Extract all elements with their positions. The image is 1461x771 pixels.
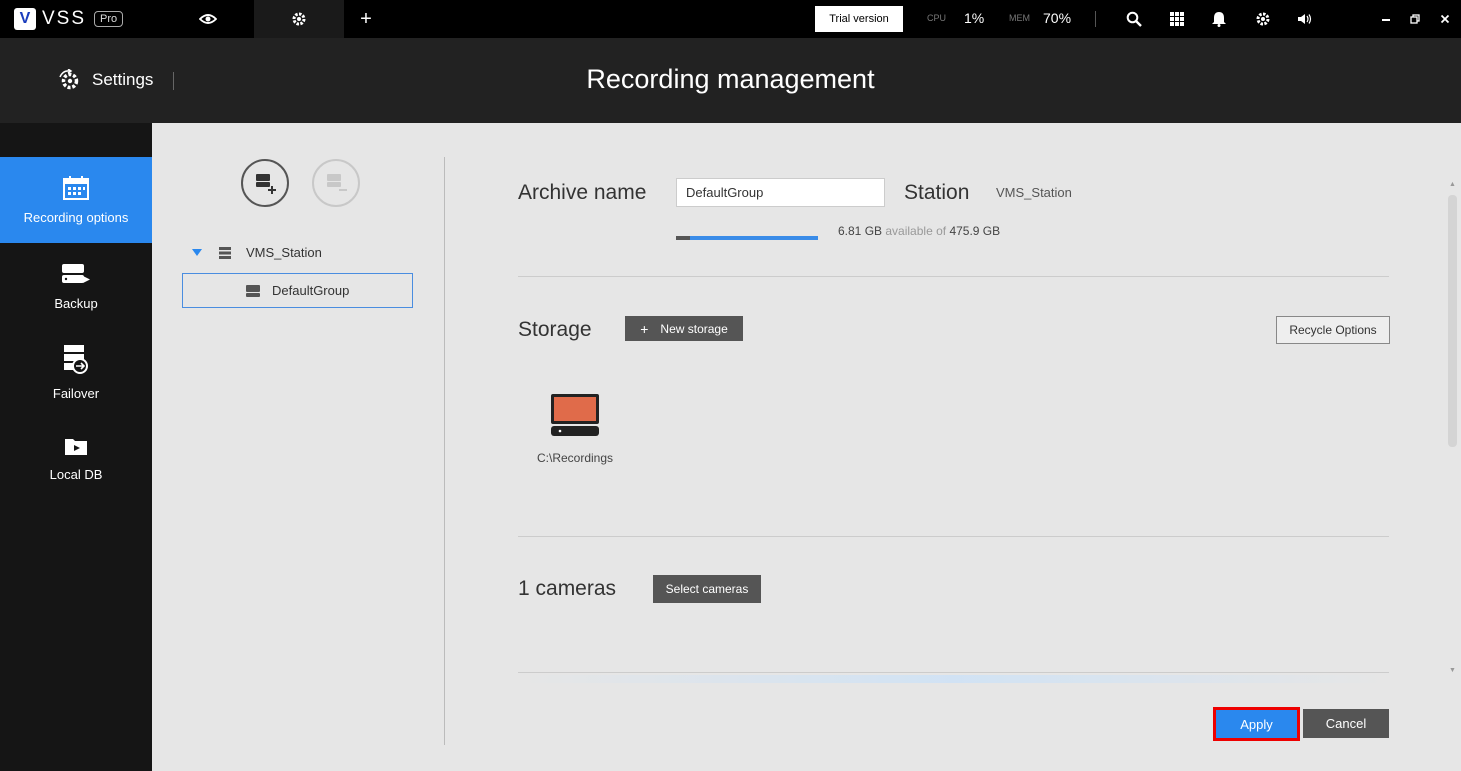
backup-drive-icon [62,263,90,283]
tree-group-node[interactable]: DefaultGroup [246,283,349,298]
search-icon [1126,11,1142,27]
available-space: 6.81 GB [838,224,883,238]
panel-divider [444,157,445,745]
plus-icon: + [360,7,372,30]
restore-button[interactable] [1404,8,1426,30]
system-settings-button[interactable] [1252,8,1274,30]
minimize-button[interactable] [1375,8,1397,30]
sidebar-item-failover[interactable]: Failover [0,329,152,415]
scroll-up-icon[interactable]: ▲ [1449,181,1456,188]
plus-icon: + [640,320,649,337]
grid-icon [1170,12,1184,26]
cpu-value: 1% [964,10,985,26]
tree-station-label: VMS_Station [246,245,322,260]
edition-badge: Pro [94,11,124,27]
calendar-icon [63,175,89,200]
restore-icon [1410,14,1420,24]
remove-group-button[interactable] [312,159,360,207]
main-content: VMS_Station DefaultGroup Archive name St… [152,123,1461,771]
select-cameras-button[interactable]: Select cameras [653,575,761,603]
minimize-icon [1382,19,1390,21]
page-header: Settings Recording management [0,38,1461,123]
sidebar-item-label: Backup [54,295,98,311]
tab-settings[interactable] [254,0,344,38]
gear-icon [292,12,306,26]
folder-play-icon [65,438,87,455]
remove-drive-icon [327,174,347,191]
sidebar-item-label: Recording options [23,209,129,225]
add-drive-icon [256,174,276,194]
app-name: VSS [42,8,87,29]
storage-usage-bar [676,236,818,240]
new-storage-label: New storage [660,321,728,336]
archive-name-label: Archive name [518,181,647,204]
storage-usage-used [676,236,690,240]
sidebar-item-recording-options[interactable]: Recording options [0,157,152,243]
cameras-count-label: 1 cameras [518,577,617,600]
cpu-label: CPU [927,13,947,23]
tab-liveview[interactable] [165,0,251,38]
total-space: 475.9 GB [949,224,1001,238]
storage-drive-icon [551,394,599,436]
app-logo: V VSS Pro [14,8,124,30]
section-divider [518,276,1389,277]
apps-grid-button[interactable] [1166,8,1188,30]
storage-item[interactable]: C:\Recordings [527,393,623,465]
scroll-down-icon[interactable]: ▼ [1449,667,1456,674]
page-title: Recording management [586,64,875,94]
eye-icon [199,14,217,24]
station-label: Station [904,181,970,204]
top-bar: V VSS Pro + Trial version CPU 1% MEM 70% [0,0,1461,38]
add-group-button[interactable] [241,159,289,207]
station-value: VMS_Station [996,185,1072,200]
gear-icon [1256,12,1270,26]
trial-version-button[interactable]: Trial version [815,6,903,32]
sidebar-item-backup[interactable]: Backup [0,243,152,329]
mem-value: 70% [1043,10,1072,26]
sidebar-item-local-db[interactable]: Local DB [0,415,152,501]
logo-mark: V [14,8,36,30]
add-tab-button[interactable]: + [346,0,386,38]
apply-button[interactable]: Apply [1213,707,1300,741]
tree-group-label: DefaultGroup [272,283,350,298]
volume-icon [1298,14,1312,24]
expand-triangle-icon[interactable] [192,248,202,257]
server-icon [219,246,231,259]
bell-icon [1212,12,1226,27]
sidebar-item-label: Failover [52,385,100,401]
topbar-divider [1095,11,1096,27]
drive-icon [246,284,260,297]
available-of-label: available of [885,224,947,238]
failover-server-icon [64,344,88,374]
close-icon [1440,14,1450,24]
scrollbar-thumb[interactable] [1448,195,1457,447]
storage-path: C:\Recordings [536,451,614,465]
sidebar-item-label: Local DB [49,466,103,482]
mem-label: MEM [1009,13,1030,23]
search-button[interactable] [1123,8,1145,30]
section-divider [518,672,1389,673]
storage-usage-text: 6.81 GB available of 475.9 GB [838,224,1000,238]
archive-name-input[interactable] [676,178,885,207]
volume-button[interactable] [1294,8,1316,30]
scroll-fade [518,675,1389,683]
cancel-button[interactable]: Cancel [1303,709,1389,738]
new-storage-button[interactable]: + New storage [625,316,743,341]
sidebar: Recording options Backup Failover Local … [0,123,152,771]
close-button[interactable] [1434,8,1456,30]
notifications-button[interactable] [1208,8,1230,30]
tree-station-node[interactable]: VMS_Station [192,245,322,260]
recycle-options-button[interactable]: Recycle Options [1276,316,1390,344]
storage-label: Storage [518,318,592,341]
section-divider [518,536,1389,537]
